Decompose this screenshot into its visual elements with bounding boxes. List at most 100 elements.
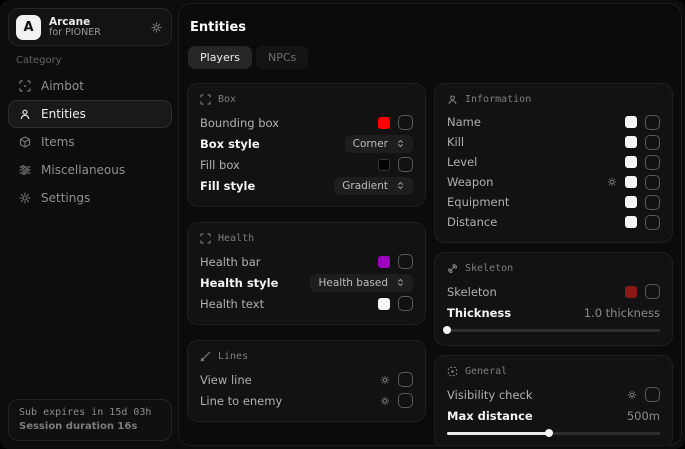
tab-npcs[interactable]: NPCs (256, 46, 308, 69)
color-swatch[interactable] (378, 159, 390, 171)
row-label: Visibility check (447, 388, 627, 402)
health-corners-icon (200, 233, 211, 244)
max-distance-row: Max distance 500m (447, 405, 660, 426)
dropdown-value: Corner (353, 138, 388, 150)
general-panel: General Visibility check Max distance (434, 355, 673, 446)
row-label: Name (447, 115, 625, 129)
slider-handle[interactable] (545, 429, 553, 437)
row-label: Box style (200, 137, 345, 151)
row-label: Kill (447, 135, 625, 149)
row-label: Bounding box (200, 116, 378, 130)
page-title: Entities (190, 20, 673, 35)
box-style-dropdown[interactable]: Corner (345, 135, 413, 153)
color-swatch[interactable] (625, 176, 637, 188)
skeleton-checkbox[interactable] (645, 284, 660, 299)
equipment-checkbox[interactable] (645, 195, 660, 210)
health-style-dropdown[interactable]: Health based (310, 274, 413, 292)
skeleton-panel: Skeleton Skeleton Thickness 1.0 thicknes… (434, 252, 673, 346)
brand-card: A Arcane for PIONER (8, 8, 172, 46)
health-bar-checkbox[interactable] (398, 254, 413, 269)
panel-title: Skeleton (465, 263, 513, 274)
kill-checkbox[interactable] (645, 135, 660, 150)
info-row-weapon: Weapon (447, 172, 660, 192)
thickness-slider[interactable] (447, 326, 660, 335)
fill-style-dropdown[interactable]: Gradient (334, 177, 413, 195)
subscription-card: Sub expires in 15d 03h Session duration … (8, 399, 172, 441)
app-window: A Arcane for PIONER Category Aimbot (0, 0, 685, 449)
line-to-enemy-settings-icon[interactable] (380, 396, 390, 406)
view-line-checkbox[interactable] (398, 372, 413, 387)
sidebar-nav: Aimbot Entities Items (8, 72, 172, 212)
sidebar-item-label: Miscellaneous (41, 163, 125, 177)
color-swatch[interactable] (625, 286, 637, 298)
tab-players[interactable]: Players (188, 46, 252, 69)
panel-title: General (465, 366, 507, 377)
sidebar-item-label: Aimbot (41, 79, 84, 93)
row-label: Fill style (200, 179, 334, 193)
color-swatch[interactable] (625, 136, 637, 148)
health-text-checkbox[interactable] (398, 296, 413, 311)
dropdown-value: Gradient (342, 180, 388, 192)
color-swatch[interactable] (625, 116, 637, 128)
sidebar-item-aimbot[interactable]: Aimbot (8, 72, 172, 100)
sidebar-item-entities[interactable]: Entities (8, 100, 172, 128)
app-name: Arcane (49, 16, 143, 28)
row-label: Weapon (447, 175, 607, 189)
sidebar-item-label: Items (41, 135, 75, 149)
row-label: Thickness (447, 306, 584, 320)
box-corners-icon (200, 94, 211, 105)
color-swatch[interactable] (625, 216, 637, 228)
color-swatch[interactable] (378, 256, 390, 268)
info-row-distance: Distance (447, 212, 660, 232)
color-swatch[interactable] (378, 298, 390, 310)
fill-box-row: Fill box (200, 154, 413, 175)
bounding-box-row: Bounding box (200, 112, 413, 133)
weapon-settings-icon[interactable] (607, 177, 617, 187)
max-distance-slider[interactable] (447, 429, 660, 438)
main-panel: Entities Players NPCs Box (178, 3, 682, 446)
sidebar-item-label: Settings (41, 191, 90, 205)
row-label: Health text (200, 297, 378, 311)
line-to-enemy-row: Line to enemy (200, 390, 413, 411)
row-label: View line (200, 373, 380, 387)
color-swatch[interactable] (625, 196, 637, 208)
info-row-name: Name (447, 112, 660, 132)
sidebar-item-items[interactable]: Items (8, 128, 172, 156)
sidebar-item-miscellaneous[interactable]: Miscellaneous (8, 156, 172, 184)
information-panel: Information Name Kill (434, 83, 673, 243)
tab-bar: Players NPCs (188, 46, 673, 69)
level-checkbox[interactable] (645, 155, 660, 170)
weapon-checkbox[interactable] (645, 175, 660, 190)
distance-checkbox[interactable] (645, 215, 660, 230)
health-bar-row: Health bar (200, 251, 413, 272)
row-label: Fill box (200, 158, 378, 172)
max-distance-value: 500m (627, 409, 660, 423)
health-text-row: Health text (200, 293, 413, 314)
visibility-check-checkbox[interactable] (645, 387, 660, 402)
bounding-box-checkbox[interactable] (398, 115, 413, 130)
row-label: Equipment (447, 195, 625, 209)
sliders-icon (19, 164, 31, 176)
name-checkbox[interactable] (645, 115, 660, 130)
view-line-settings-icon[interactable] (380, 375, 390, 385)
app-logo: A (16, 15, 41, 40)
dropdown-value: Health based (318, 277, 388, 289)
sidebar-item-settings[interactable]: Settings (8, 184, 172, 212)
color-swatch[interactable] (378, 117, 390, 129)
slider-handle[interactable] (443, 326, 451, 334)
row-label: Level (447, 155, 625, 169)
thickness-value: 1.0 thickness (584, 306, 660, 320)
line-icon (200, 351, 211, 362)
cube-icon (19, 136, 31, 148)
fill-box-checkbox[interactable] (398, 157, 413, 172)
brand-settings-icon[interactable] (151, 22, 162, 33)
row-label: Distance (447, 215, 625, 229)
visibility-settings-icon[interactable] (627, 390, 637, 400)
color-swatch[interactable] (625, 156, 637, 168)
unfold-icon (396, 139, 405, 148)
box-panel: Box Bounding box Box style Corner (187, 83, 426, 207)
line-to-enemy-checkbox[interactable] (398, 393, 413, 408)
panel-title: Information (465, 94, 531, 105)
view-line-row: View line (200, 369, 413, 390)
info-row-level: Level (447, 152, 660, 172)
